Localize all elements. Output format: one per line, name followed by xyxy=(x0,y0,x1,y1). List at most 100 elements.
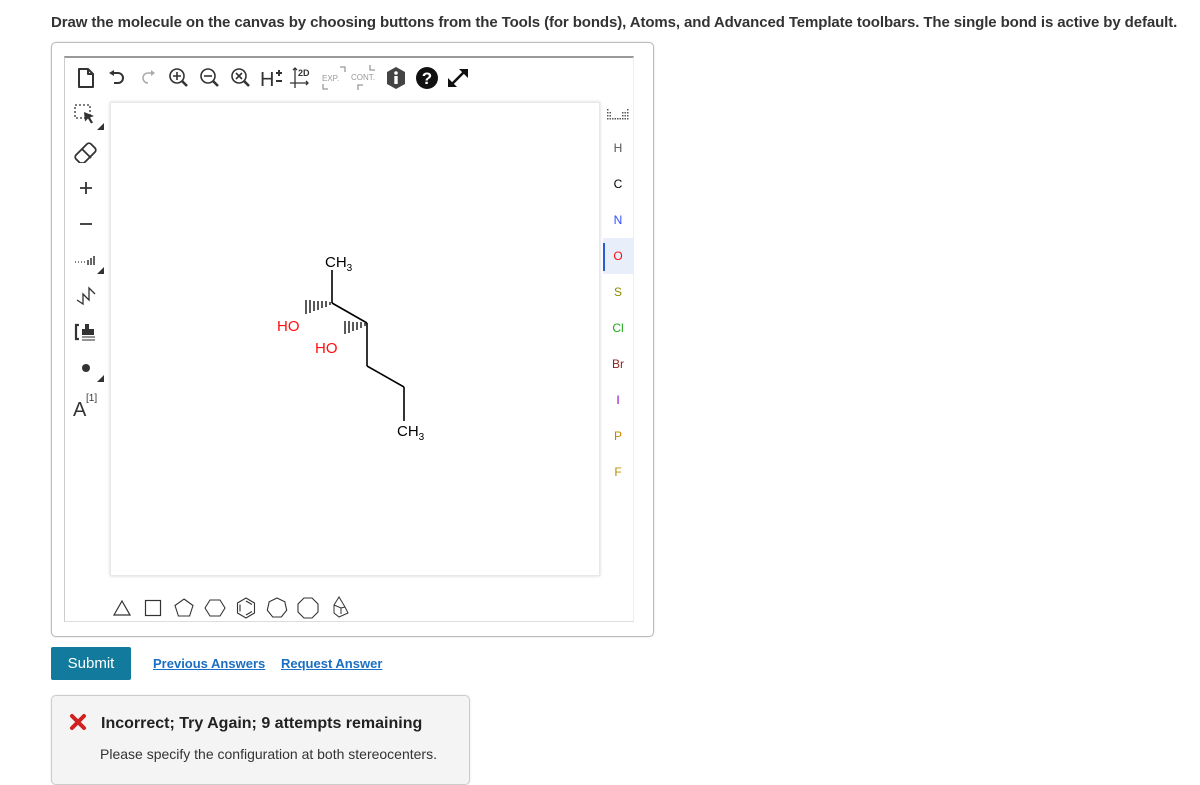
triangle-icon xyxy=(112,599,131,616)
radical-dot-icon xyxy=(82,364,90,372)
fullscreen-button[interactable] xyxy=(442,62,473,94)
ho-label-2: HO xyxy=(315,340,338,357)
template-bicyclo-button[interactable] xyxy=(323,592,354,624)
plus-icon xyxy=(80,182,92,194)
redo-icon xyxy=(141,70,155,84)
atom-s-button[interactable]: S xyxy=(603,274,633,310)
request-answer-link[interactable]: Request Answer xyxy=(281,656,382,671)
atom-c-button[interactable]: C xyxy=(603,166,633,202)
atom-o-label: O xyxy=(613,249,623,263)
atom-c-label: C xyxy=(613,177,623,191)
bond-c4-c5 xyxy=(366,365,405,388)
submenu-indicator xyxy=(97,123,104,130)
svg-text:A: A xyxy=(73,399,87,419)
ho-label-1: HO xyxy=(277,318,300,335)
minus-icon xyxy=(80,223,92,225)
instructions-text: Draw the molecule on the canvas by choos… xyxy=(51,14,1178,31)
submenu-indicator xyxy=(97,267,104,274)
periodic-table-button[interactable] xyxy=(603,100,633,130)
template-cyclohexane-button[interactable] xyxy=(199,592,230,624)
expand-icon: EXP. xyxy=(322,66,346,90)
hashed-wedge-bond-1 xyxy=(305,300,331,314)
info-button[interactable] xyxy=(380,62,411,94)
molecule-drawing: CH3 HO HO CH3 xyxy=(277,254,425,443)
submenu-indicator xyxy=(97,375,104,382)
template-cyclopropane-button[interactable] xyxy=(106,592,137,624)
expand-button[interactable]: EXP. xyxy=(318,62,349,94)
atom-n-label: N xyxy=(613,213,623,227)
atom-f-button[interactable]: F xyxy=(603,454,633,490)
h-plus-minus-icon: H xyxy=(260,69,282,89)
zoom-reset-button[interactable] xyxy=(225,62,256,94)
svg-text:[1]: [1] xyxy=(86,393,97,404)
zoom-reset-icon xyxy=(230,68,250,87)
clean-2d-button[interactable]: 2D xyxy=(287,62,318,94)
template-cyclooctane-button[interactable] xyxy=(292,592,323,624)
charge-plus-button[interactable] xyxy=(64,170,108,206)
bond-c2-c3 xyxy=(331,302,368,324)
feedback-message: Please specify the configuration at both… xyxy=(100,746,437,762)
atom-cl-button[interactable]: Cl xyxy=(603,310,633,346)
template-benzene-button[interactable] xyxy=(230,592,261,624)
select-icon xyxy=(74,104,94,124)
zoom-in-icon xyxy=(168,68,188,87)
select-tool-button[interactable] xyxy=(64,98,108,134)
square-icon xyxy=(144,599,161,617)
left-toolbar: A [1] xyxy=(64,98,108,422)
charge-minus-button[interactable] xyxy=(64,206,108,242)
atom-i-label: I xyxy=(616,393,620,407)
pentagon-icon xyxy=(173,598,194,617)
submit-button[interactable]: Submit xyxy=(51,647,131,680)
atom-o-button[interactable]: O xyxy=(603,238,633,274)
atom-br-label: Br xyxy=(612,357,624,371)
hashed-wedge-bond-2 xyxy=(344,321,366,334)
atom-i-button[interactable]: I xyxy=(603,382,633,418)
drawing-canvas[interactable]: CH3 HO HO CH3 xyxy=(110,102,600,576)
hexagon-icon xyxy=(203,599,226,617)
new-document-button[interactable] xyxy=(70,62,101,94)
toggle-hydrogens-button[interactable]: H xyxy=(256,62,287,94)
top-toolbar: H 2D EXP. CONT. ? xyxy=(70,60,473,96)
atom-cl-label: Cl xyxy=(612,321,624,335)
clean-2d-icon: 2D xyxy=(289,67,310,88)
svg-text:EXP.: EXP. xyxy=(322,74,339,83)
sgroup-icon xyxy=(74,323,95,341)
template-cycloheptane-button[interactable] xyxy=(261,592,292,624)
atom-s-label: S xyxy=(613,285,622,299)
atom-h-button[interactable]: H xyxy=(603,130,633,166)
help-button[interactable]: ? xyxy=(411,62,442,94)
atom-n-button[interactable]: N xyxy=(603,202,633,238)
contract-button[interactable]: CONT. xyxy=(349,62,380,94)
benzene-icon xyxy=(236,597,255,619)
atom-p-label: P xyxy=(613,429,622,443)
zoom-in-button[interactable] xyxy=(163,62,194,94)
sgroup-tool-button[interactable] xyxy=(64,314,108,350)
atom-map-button[interactable]: A [1] xyxy=(64,386,108,422)
zoom-out-button[interactable] xyxy=(194,62,225,94)
bicyclic-icon xyxy=(333,596,349,618)
ch3-top-label: CH3 xyxy=(325,254,353,274)
template-cyclobutane-button[interactable] xyxy=(137,592,168,624)
fullscreen-icon xyxy=(447,69,468,87)
bond-tool-button[interactable] xyxy=(64,242,108,278)
atom-h-label: H xyxy=(613,141,623,155)
undo-button[interactable] xyxy=(101,62,132,94)
atom-p-button[interactable]: P xyxy=(603,418,633,454)
atoms-toolbar: H C N O S Cl Br I P F xyxy=(603,100,633,490)
bond-icon xyxy=(75,256,95,265)
chain-icon xyxy=(76,286,96,306)
periodic-table-icon xyxy=(607,109,629,120)
radical-tool-button[interactable] xyxy=(64,350,108,386)
atom-f-label: F xyxy=(614,465,622,479)
incorrect-x-icon xyxy=(70,714,86,730)
atom-map-icon: A[1] xyxy=(73,393,97,419)
redo-button[interactable] xyxy=(132,62,163,94)
template-cyclopentane-button[interactable] xyxy=(168,592,199,624)
eraser-icon xyxy=(74,142,97,163)
atom-br-button[interactable]: Br xyxy=(603,346,633,382)
erase-tool-button[interactable] xyxy=(64,134,108,170)
previous-answers-link[interactable]: Previous Answers xyxy=(153,656,265,671)
file-icon xyxy=(77,68,94,88)
heptagon-icon xyxy=(266,597,287,618)
chain-tool-button[interactable] xyxy=(64,278,108,314)
